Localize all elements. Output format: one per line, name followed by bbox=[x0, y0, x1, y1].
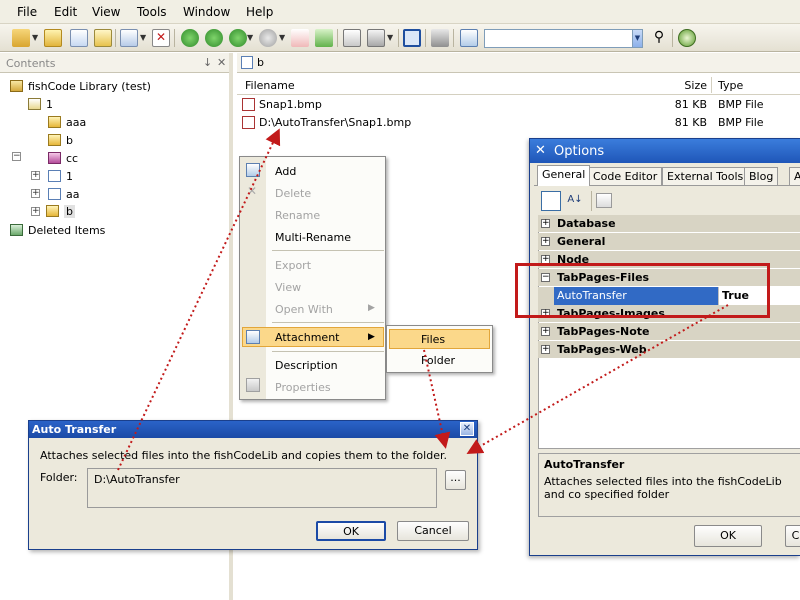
arrow-to-file bbox=[117, 128, 281, 471]
tab-general[interactable]: General bbox=[537, 165, 591, 186]
annotation-arrows bbox=[117, 128, 729, 471]
arrow-to-dialog bbox=[423, 349, 451, 449]
arrow-to-option bbox=[466, 304, 729, 454]
